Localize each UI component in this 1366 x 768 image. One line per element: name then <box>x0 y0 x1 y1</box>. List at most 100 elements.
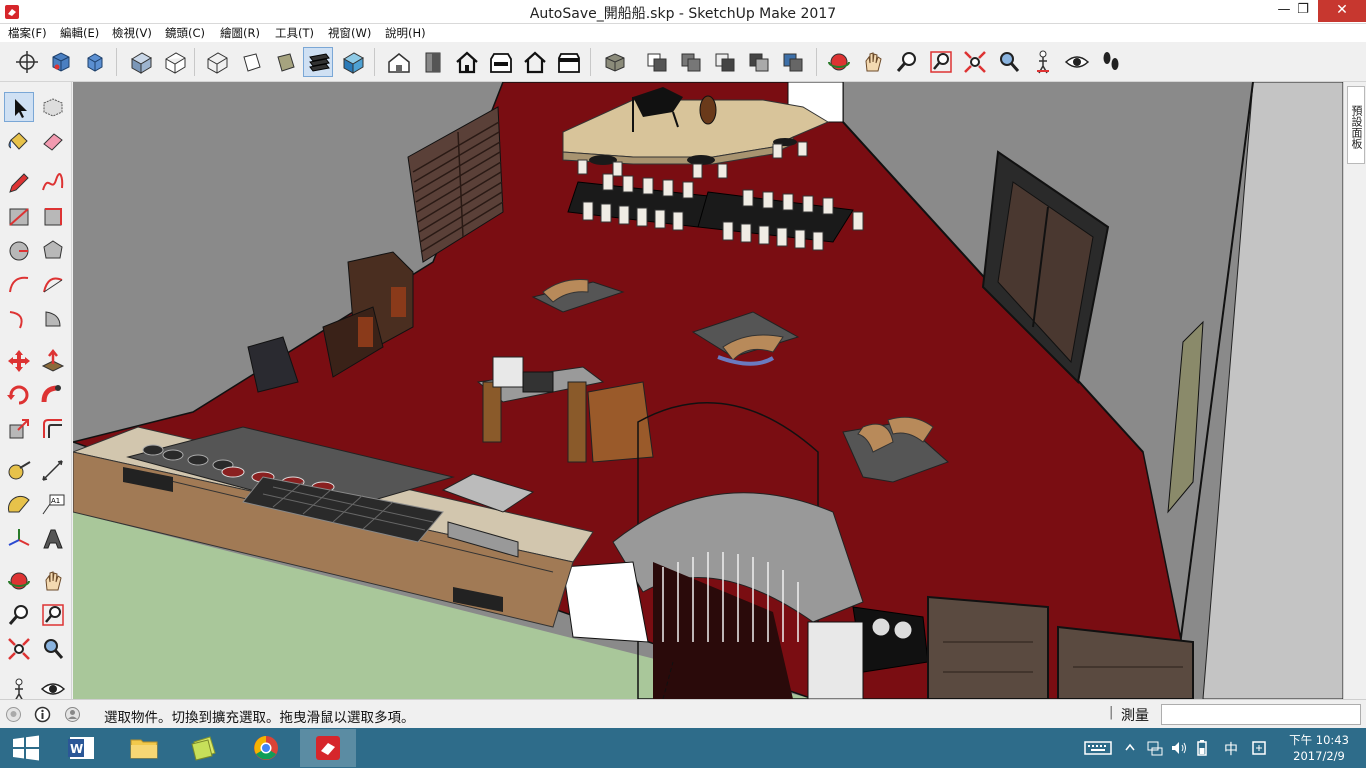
main-toolbar <box>0 42 1366 82</box>
action-center-icon[interactable] <box>1250 739 1268 757</box>
menu-tools[interactable]: 工具(T) <box>275 25 314 41</box>
dimension-icon[interactable] <box>38 456 68 486</box>
status-message: 選取物件。切換到擴充選取。拖曳滑鼠以選取多項。 <box>104 710 415 726</box>
svg-text:W: W <box>70 742 83 756</box>
look-around-icon[interactable] <box>1062 47 1092 77</box>
menu-file[interactable]: 檔案(F) <box>8 25 47 41</box>
battery-icon[interactable] <box>1194 739 1210 757</box>
windows-taskbar: W 中 下午 10:43 2017/2/9 <box>0 728 1366 768</box>
component-box-icon[interactable] <box>46 47 76 77</box>
zoom-icon[interactable] <box>892 47 922 77</box>
shaded-textures-icon[interactable] <box>338 47 368 77</box>
subtract-icon[interactable] <box>710 47 740 77</box>
front-view-icon[interactable] <box>452 47 482 77</box>
intersect-icon[interactable] <box>642 47 672 77</box>
zoom-extents-icon[interactable] <box>960 47 990 77</box>
iso-view-icon[interactable] <box>384 47 414 77</box>
freehand-icon[interactable] <box>38 168 68 198</box>
previous-icon[interactable] <box>38 634 68 664</box>
3d-text-icon[interactable] <box>38 524 68 554</box>
select-arrow-icon[interactable] <box>4 92 34 122</box>
back-edges-icon[interactable] <box>236 47 266 77</box>
model-viewport[interactable] <box>73 82 1343 699</box>
menu-window[interactable]: 視窗(W) <box>328 25 371 41</box>
zoom-extents-icon[interactable] <box>4 634 34 664</box>
right-view-icon[interactable] <box>486 47 516 77</box>
zoom-window-icon[interactable] <box>38 600 68 630</box>
user-account-icon[interactable] <box>64 706 81 723</box>
component-box-2-icon[interactable] <box>80 47 110 77</box>
rotated-rectangle-icon[interactable] <box>38 202 68 232</box>
measurements-input[interactable] <box>1161 704 1361 725</box>
sketchup-icon[interactable] <box>300 729 356 767</box>
pan-icon[interactable] <box>858 47 888 77</box>
file-explorer-icon[interactable] <box>116 729 172 767</box>
start-button[interactable] <box>0 729 50 767</box>
menu-edit[interactable]: 編輯(E) <box>60 25 99 41</box>
walk-icon[interactable] <box>1096 47 1126 77</box>
menu-draw[interactable]: 繪圖(R) <box>220 25 260 41</box>
geolocation-icon[interactable] <box>5 706 22 723</box>
show-hidden-icon[interactable] <box>1124 739 1136 757</box>
system-clock[interactable]: 下午 10:43 2017/2/9 <box>1282 732 1356 764</box>
clock-time: 下午 10:43 <box>1289 733 1349 747</box>
menu-bar: 檔案(F) 編輯(E) 檢視(V) 鏡頭(C) 繪圖(R) 工具(T) 視窗(W… <box>0 24 1366 42</box>
shaded-icon[interactable] <box>303 47 333 77</box>
arc-icon[interactable] <box>4 270 34 300</box>
close-button[interactable]: ✕ <box>1318 0 1366 22</box>
hidden-line-icon[interactable] <box>270 47 300 77</box>
previous-view-icon[interactable] <box>994 47 1024 77</box>
pencil-icon[interactable] <box>4 168 34 198</box>
sticky-notes-icon[interactable] <box>176 729 232 767</box>
make-component-icon[interactable] <box>38 92 68 122</box>
network-icon[interactable] <box>1146 739 1164 757</box>
menu-help[interactable]: 說明(H) <box>385 25 426 41</box>
orbit-icon[interactable] <box>4 566 34 596</box>
zoom-icon[interactable] <box>4 600 34 630</box>
paint-bucket-icon[interactable] <box>4 126 34 156</box>
two-point-arc-icon[interactable] <box>38 270 68 300</box>
protractor-icon[interactable] <box>4 490 34 520</box>
zoom-window-icon[interactable] <box>926 47 956 77</box>
pie-icon[interactable] <box>38 304 68 334</box>
chrome-icon[interactable] <box>238 729 294 767</box>
three-point-arc-icon[interactable] <box>4 304 34 334</box>
outer-shell-icon[interactable] <box>600 47 630 77</box>
push-pull-icon[interactable] <box>38 346 68 376</box>
rectangle-icon[interactable] <box>4 202 34 232</box>
window-title: AutoSave_開船船.skp - SketchUp Make 2017 <box>529 6 837 22</box>
circle-icon[interactable] <box>4 236 34 266</box>
rotate-icon[interactable] <box>4 380 34 410</box>
move-icon[interactable] <box>4 346 34 376</box>
eraser-icon[interactable] <box>38 126 68 156</box>
position-camera-icon[interactable] <box>1028 47 1058 77</box>
split-icon[interactable] <box>778 47 808 77</box>
trim-icon[interactable] <box>744 47 774 77</box>
word-app-icon[interactable]: W <box>54 729 110 767</box>
union-icon[interactable] <box>676 47 706 77</box>
volume-icon[interactable] <box>1170 739 1188 757</box>
orbit-icon[interactable] <box>824 47 854 77</box>
tape-measure-icon[interactable] <box>4 456 34 486</box>
menu-camera[interactable]: 鏡頭(C) <box>165 25 205 41</box>
follow-me-icon[interactable] <box>38 380 68 410</box>
top-view-icon[interactable] <box>418 47 448 77</box>
ime-icon[interactable]: 中 <box>1220 739 1242 758</box>
x-ray-icon[interactable] <box>202 47 232 77</box>
back-view-icon[interactable] <box>520 47 550 77</box>
polygon-icon[interactable] <box>38 236 68 266</box>
info-icon[interactable] <box>34 706 51 723</box>
pan-icon[interactable] <box>38 566 68 596</box>
text-label-icon[interactable]: A1 <box>38 490 68 520</box>
orbit-crosshair-icon[interactable] <box>12 47 42 77</box>
scale-icon[interactable] <box>4 414 34 444</box>
keyboard-icon[interactable] <box>1084 739 1112 757</box>
wireframe-box-icon[interactable] <box>160 47 190 77</box>
axes-icon[interactable] <box>4 524 34 554</box>
menu-view[interactable]: 檢視(V) <box>112 25 152 41</box>
left-view-icon[interactable] <box>554 47 584 77</box>
solid-box-icon[interactable] <box>126 47 156 77</box>
restore-button[interactable]: ❐ <box>1288 0 1318 22</box>
default-tray-tab[interactable]: 預設面板 <box>1347 86 1365 164</box>
offset-icon[interactable] <box>38 414 68 444</box>
